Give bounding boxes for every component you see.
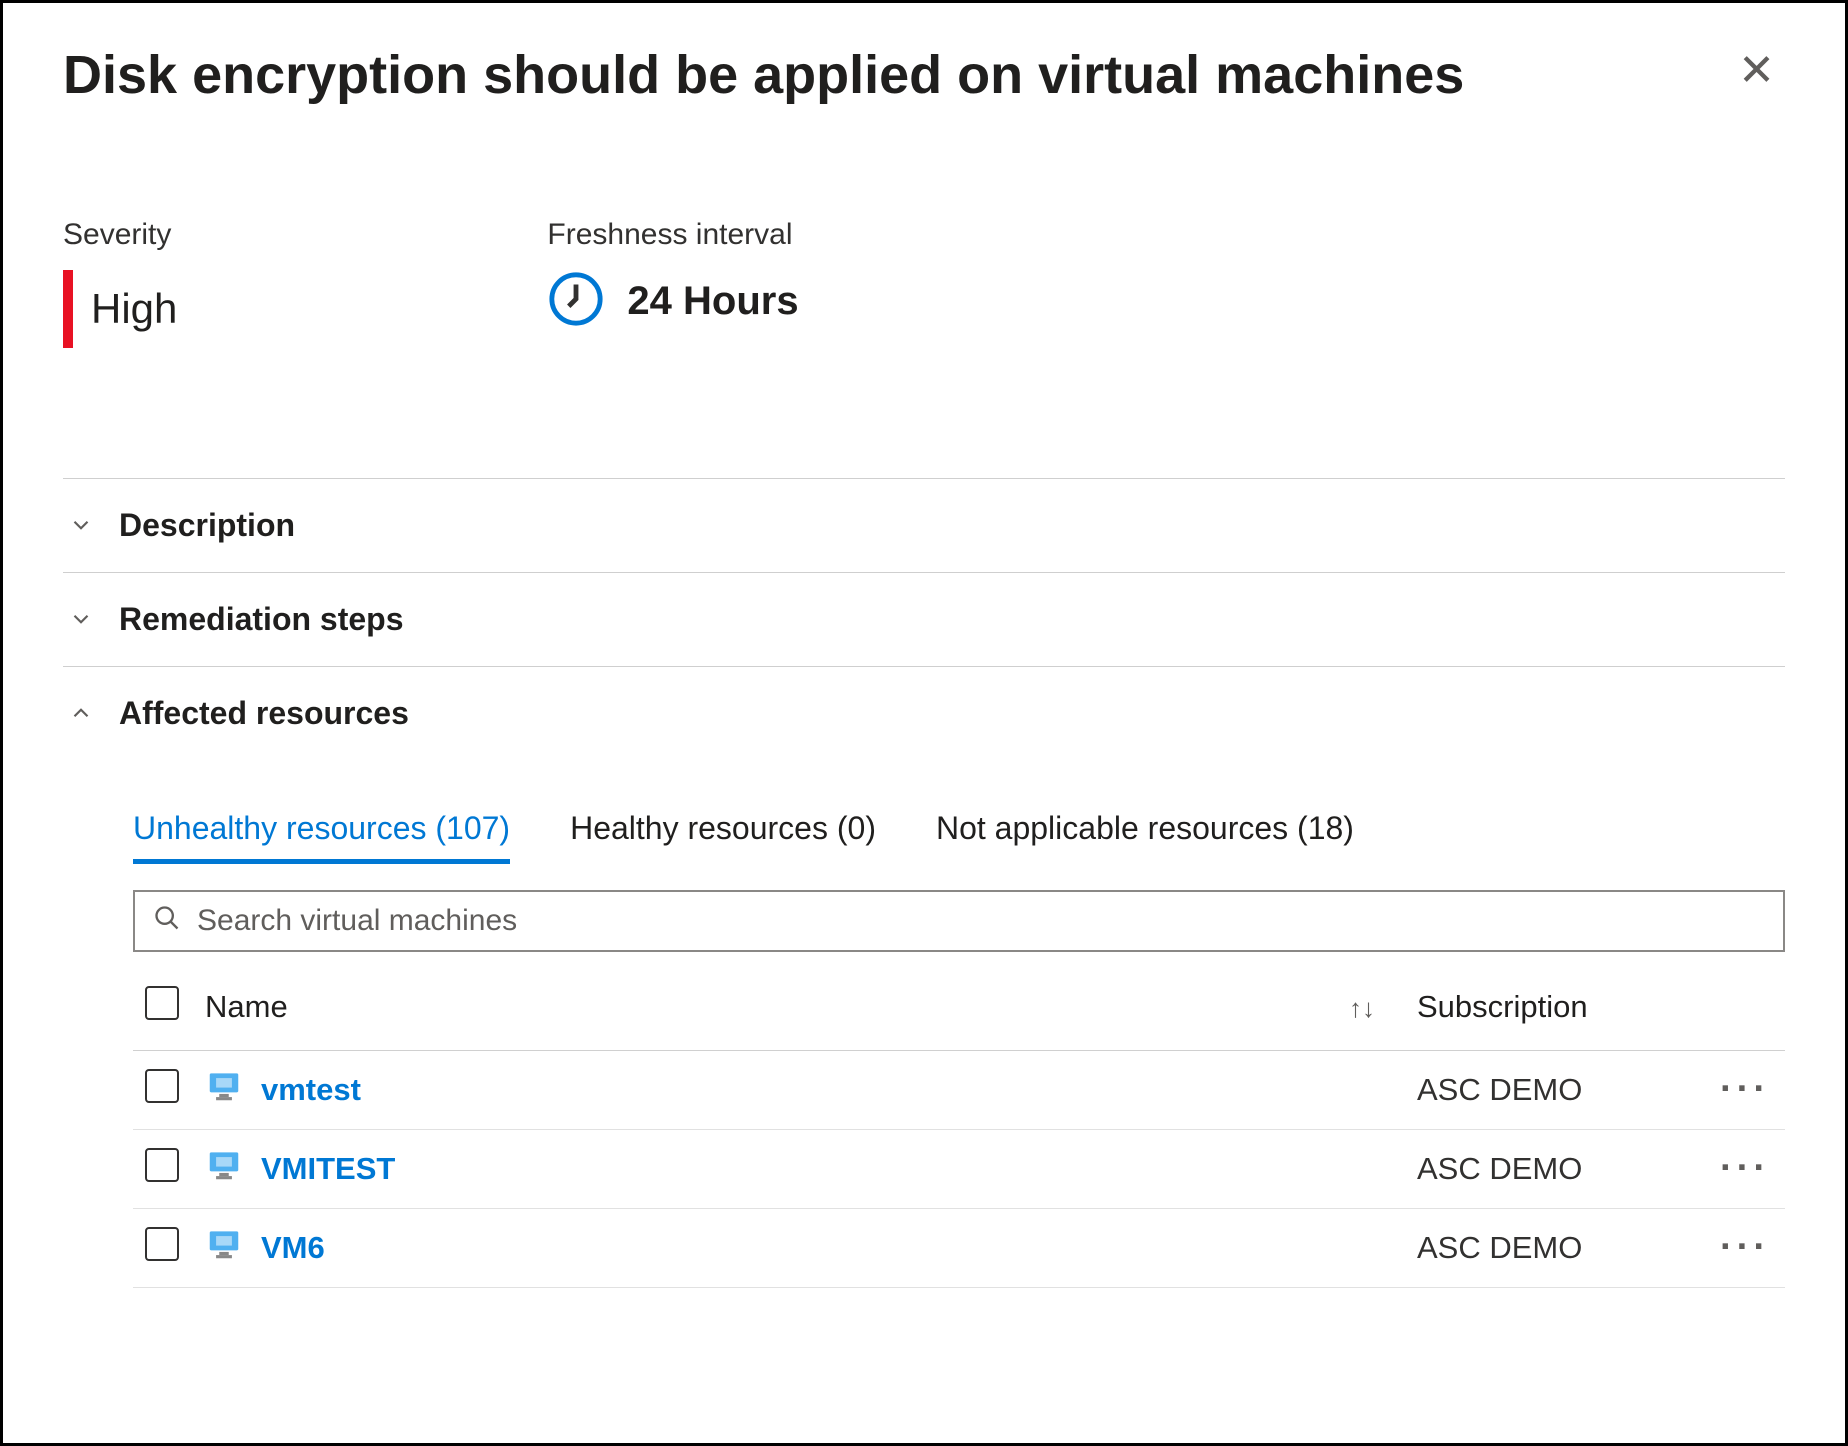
vm-icon (205, 1067, 243, 1113)
section-description-title: Description (119, 507, 295, 544)
subscription-value: ASC DEMO (1405, 1129, 1705, 1208)
tab-unhealthy[interactable]: Unhealthy resources (107) (133, 810, 510, 864)
resources-table: Name ↑↓ Subscription vmtest (133, 962, 1785, 1288)
row-checkbox[interactable] (145, 1069, 179, 1103)
chevron-down-icon (67, 605, 95, 633)
freshness-label: Freshness interval (547, 218, 798, 252)
section-affected[interactable]: Affected resources (63, 667, 1785, 760)
vm-link[interactable]: VMITEST (261, 1151, 395, 1187)
table-row: vmtest ASC DEMO ··· (133, 1050, 1785, 1129)
more-icon[interactable]: ··· (1720, 1068, 1770, 1110)
select-all-checkbox[interactable] (145, 986, 179, 1020)
vm-icon (205, 1146, 243, 1192)
clock-icon (547, 270, 605, 333)
section-affected-title: Affected resources (119, 695, 409, 732)
severity-value: High (91, 285, 177, 333)
chevron-up-icon (67, 699, 95, 727)
page-title: Disk encryption should be applied on vir… (63, 43, 1464, 108)
vm-link[interactable]: VM6 (261, 1230, 325, 1266)
table-row: VMITEST ASC DEMO ··· (133, 1129, 1785, 1208)
col-subscription[interactable]: Subscription (1405, 962, 1705, 1051)
severity-bar-icon (63, 270, 73, 348)
section-description[interactable]: Description (63, 479, 1785, 572)
search-input[interactable] (197, 904, 1765, 938)
table-row: VM6 ASC DEMO ··· (133, 1208, 1785, 1287)
row-checkbox[interactable] (145, 1148, 179, 1182)
vm-link[interactable]: vmtest (261, 1072, 361, 1108)
section-remediation[interactable]: Remediation steps (63, 573, 1785, 666)
severity-label: Severity (63, 218, 177, 252)
freshness-block: Freshness interval 24 Hours (547, 218, 798, 348)
tab-not-applicable[interactable]: Not applicable resources (18) (936, 810, 1354, 864)
subscription-value: ASC DEMO (1405, 1208, 1705, 1287)
search-box[interactable] (133, 890, 1785, 952)
chevron-down-icon (67, 511, 95, 539)
col-name[interactable]: Name (193, 962, 1315, 1051)
severity-block: Severity High (63, 218, 177, 348)
more-icon[interactable]: ··· (1720, 1226, 1770, 1268)
subscription-value: ASC DEMO (1405, 1050, 1705, 1129)
more-icon[interactable]: ··· (1720, 1147, 1770, 1189)
freshness-value: 24 Hours (627, 279, 798, 324)
close-icon[interactable]: ✕ (1728, 43, 1785, 99)
vm-icon (205, 1225, 243, 1271)
tab-healthy[interactable]: Healthy resources (0) (570, 810, 876, 864)
section-remediation-title: Remediation steps (119, 601, 404, 638)
row-checkbox[interactable] (145, 1227, 179, 1261)
sort-icon[interactable]: ↑↓ (1349, 993, 1375, 1023)
search-icon (153, 904, 181, 937)
